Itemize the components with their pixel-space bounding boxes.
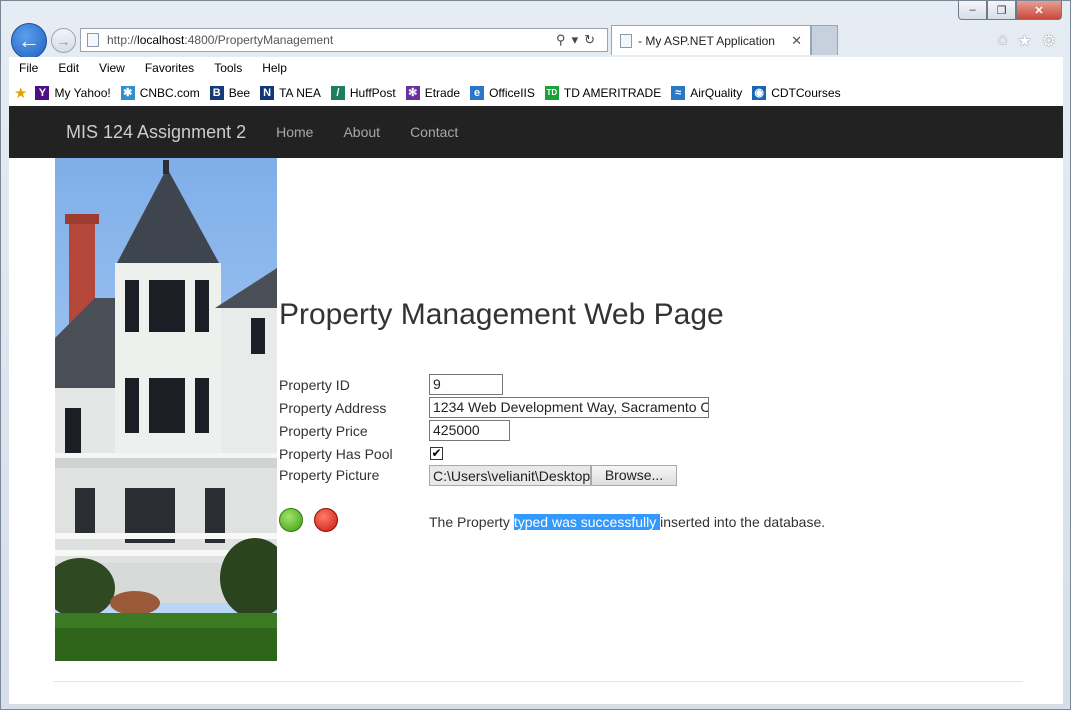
address-bar[interactable]: http://localhost:4800/PropertyManagement…	[80, 28, 608, 52]
address-tools[interactable]: ⚲▾↻	[556, 32, 601, 48]
ie-icon: e	[470, 85, 485, 100]
favorite-label: CNBC.com	[139, 85, 200, 100]
menu-edit[interactable]: Edit	[58, 61, 79, 75]
browse-button[interactable]: Browse...	[591, 465, 677, 486]
page-viewport: MIS 124 Assignment 2 Home About Contact	[9, 106, 1063, 704]
td-icon: TD	[544, 85, 559, 100]
favorite-label: My Yahoo!	[54, 85, 111, 100]
bee-icon: B	[209, 85, 224, 100]
yahoo-icon: Y	[35, 85, 50, 100]
url-path: :4800/PropertyManagement	[184, 33, 334, 47]
site-navbar: MIS 124 Assignment 2 Home About Contact	[9, 106, 1063, 158]
site-brand[interactable]: MIS 124 Assignment 2	[66, 122, 246, 143]
property-picture-file-input[interactable]: C:\Users\velianit\Desktop	[429, 465, 591, 486]
status-message: The Property typed was successfully inse…	[429, 514, 825, 530]
browser-navigation-row: ← → http://localhost:4800/PropertyManage…	[1, 19, 1070, 59]
tab-close-icon[interactable]: ✕	[791, 33, 802, 49]
favorite-label: TA NEA	[279, 85, 321, 100]
favorite-label: CDTCourses	[771, 85, 841, 100]
tab-title: - My ASP.NET Application	[638, 33, 775, 48]
property-price-input[interactable]: 425000	[429, 420, 510, 441]
menu-favorites[interactable]: Favorites	[145, 61, 194, 75]
etrade-icon: ✻	[405, 85, 420, 100]
favorite-link[interactable]: B Bee	[209, 85, 251, 100]
search-icon[interactable]: ⚲	[556, 32, 572, 47]
menu-bar: File Edit View Favorites Tools Help	[9, 57, 1063, 79]
favorite-link[interactable]: e OfficeIIS	[470, 85, 535, 100]
favorite-link[interactable]: ≈ AirQuality	[671, 85, 743, 100]
back-button[interactable]: ←	[11, 23, 47, 59]
new-tab-button[interactable]	[811, 25, 838, 55]
dropdown-icon[interactable]: ▾	[572, 32, 585, 47]
browser-tab[interactable]: - My ASP.NET Application ✕	[611, 25, 811, 55]
star-icon[interactable]: ★	[1017, 31, 1031, 51]
browser-window: – ❐ ✕ ← → http://localhost:4800/Property…	[0, 0, 1071, 710]
property-address-input[interactable]: 1234 Web Development Way, Sacramento C	[429, 397, 709, 418]
menu-help[interactable]: Help	[262, 61, 287, 75]
status-text-start: The Property	[429, 514, 514, 530]
favorite-link[interactable]: TD TD AMERITRADE	[544, 85, 662, 100]
favorites-star-icon[interactable]: ★	[14, 84, 27, 102]
menu-file[interactable]: File	[19, 61, 38, 75]
browser-toolbar-icons: ⌂ ★ ⚙	[998, 31, 1056, 51]
ta-nea-icon: N	[260, 85, 275, 100]
minimize-button[interactable]: –	[958, 1, 987, 20]
url-host: localhost	[137, 33, 185, 47]
favorite-label: Bee	[228, 85, 251, 100]
property-address-label: Property Address	[279, 400, 387, 416]
gear-icon[interactable]: ⚙	[1042, 31, 1056, 51]
property-pool-label: Property Has Pool	[279, 446, 393, 462]
favorites-bar: ★ Y My Yahoo! ✱ CNBC.com B Bee N TA NEA / Huf…	[9, 79, 1063, 106]
huffpost-icon: /	[330, 85, 345, 100]
url-prefix: http://	[107, 33, 138, 47]
menu-view[interactable]: View	[99, 61, 125, 75]
favorite-link[interactable]: ✱ CNBC.com	[120, 85, 200, 100]
refresh-icon[interactable]: ↻	[584, 32, 601, 47]
property-id-input[interactable]: 9	[429, 374, 503, 395]
property-price-label: Property Price	[279, 423, 368, 439]
favorite-link[interactable]: Y My Yahoo!	[35, 85, 111, 100]
cnbc-icon: ✱	[120, 85, 135, 100]
property-id-label: Property ID	[279, 377, 350, 393]
home-icon[interactable]: ⌂	[998, 31, 1008, 51]
favorite-label: AirQuality	[690, 85, 743, 100]
status-text-selected: typed was successfully	[513, 514, 661, 530]
page-icon	[87, 33, 99, 47]
favorite-label: TD AMERITRADE	[563, 85, 662, 100]
nav-contact[interactable]: Contact	[395, 124, 473, 140]
favorite-link[interactable]: N TA NEA	[260, 85, 321, 100]
airquality-icon: ≈	[671, 85, 686, 100]
window-controls: – ❐ ✕	[958, 1, 1062, 20]
cdt-icon: ◉	[752, 85, 767, 100]
favorite-label: Etrade	[424, 85, 461, 100]
check-icon[interactable]	[279, 508, 303, 532]
favorite-link[interactable]: ◉ CDTCourses	[752, 85, 841, 100]
house-photo	[55, 158, 277, 661]
favorite-label: OfficeIIS	[489, 85, 535, 100]
tab-page-icon	[620, 33, 632, 48]
page-title: Property Management Web Page	[279, 298, 724, 331]
menu-tools[interactable]: Tools	[214, 61, 242, 75]
close-window-button[interactable]: ✕	[1016, 1, 1062, 20]
nav-about[interactable]: About	[328, 124, 395, 140]
cancel-icon[interactable]	[314, 508, 338, 532]
property-picture-label: Property Picture	[279, 467, 380, 483]
favorite-link[interactable]: ✻ Etrade	[405, 85, 461, 100]
favorite-label: HuffPost	[349, 85, 396, 100]
footer-divider	[53, 681, 1023, 682]
property-pool-checkbox[interactable]: ✔	[430, 447, 443, 460]
favorite-link[interactable]: / HuffPost	[330, 85, 396, 100]
maximize-button[interactable]: ❐	[987, 1, 1016, 20]
nav-home[interactable]: Home	[261, 124, 328, 140]
status-text-end: inserted into the database.	[660, 514, 826, 530]
forward-button[interactable]: →	[51, 28, 76, 53]
